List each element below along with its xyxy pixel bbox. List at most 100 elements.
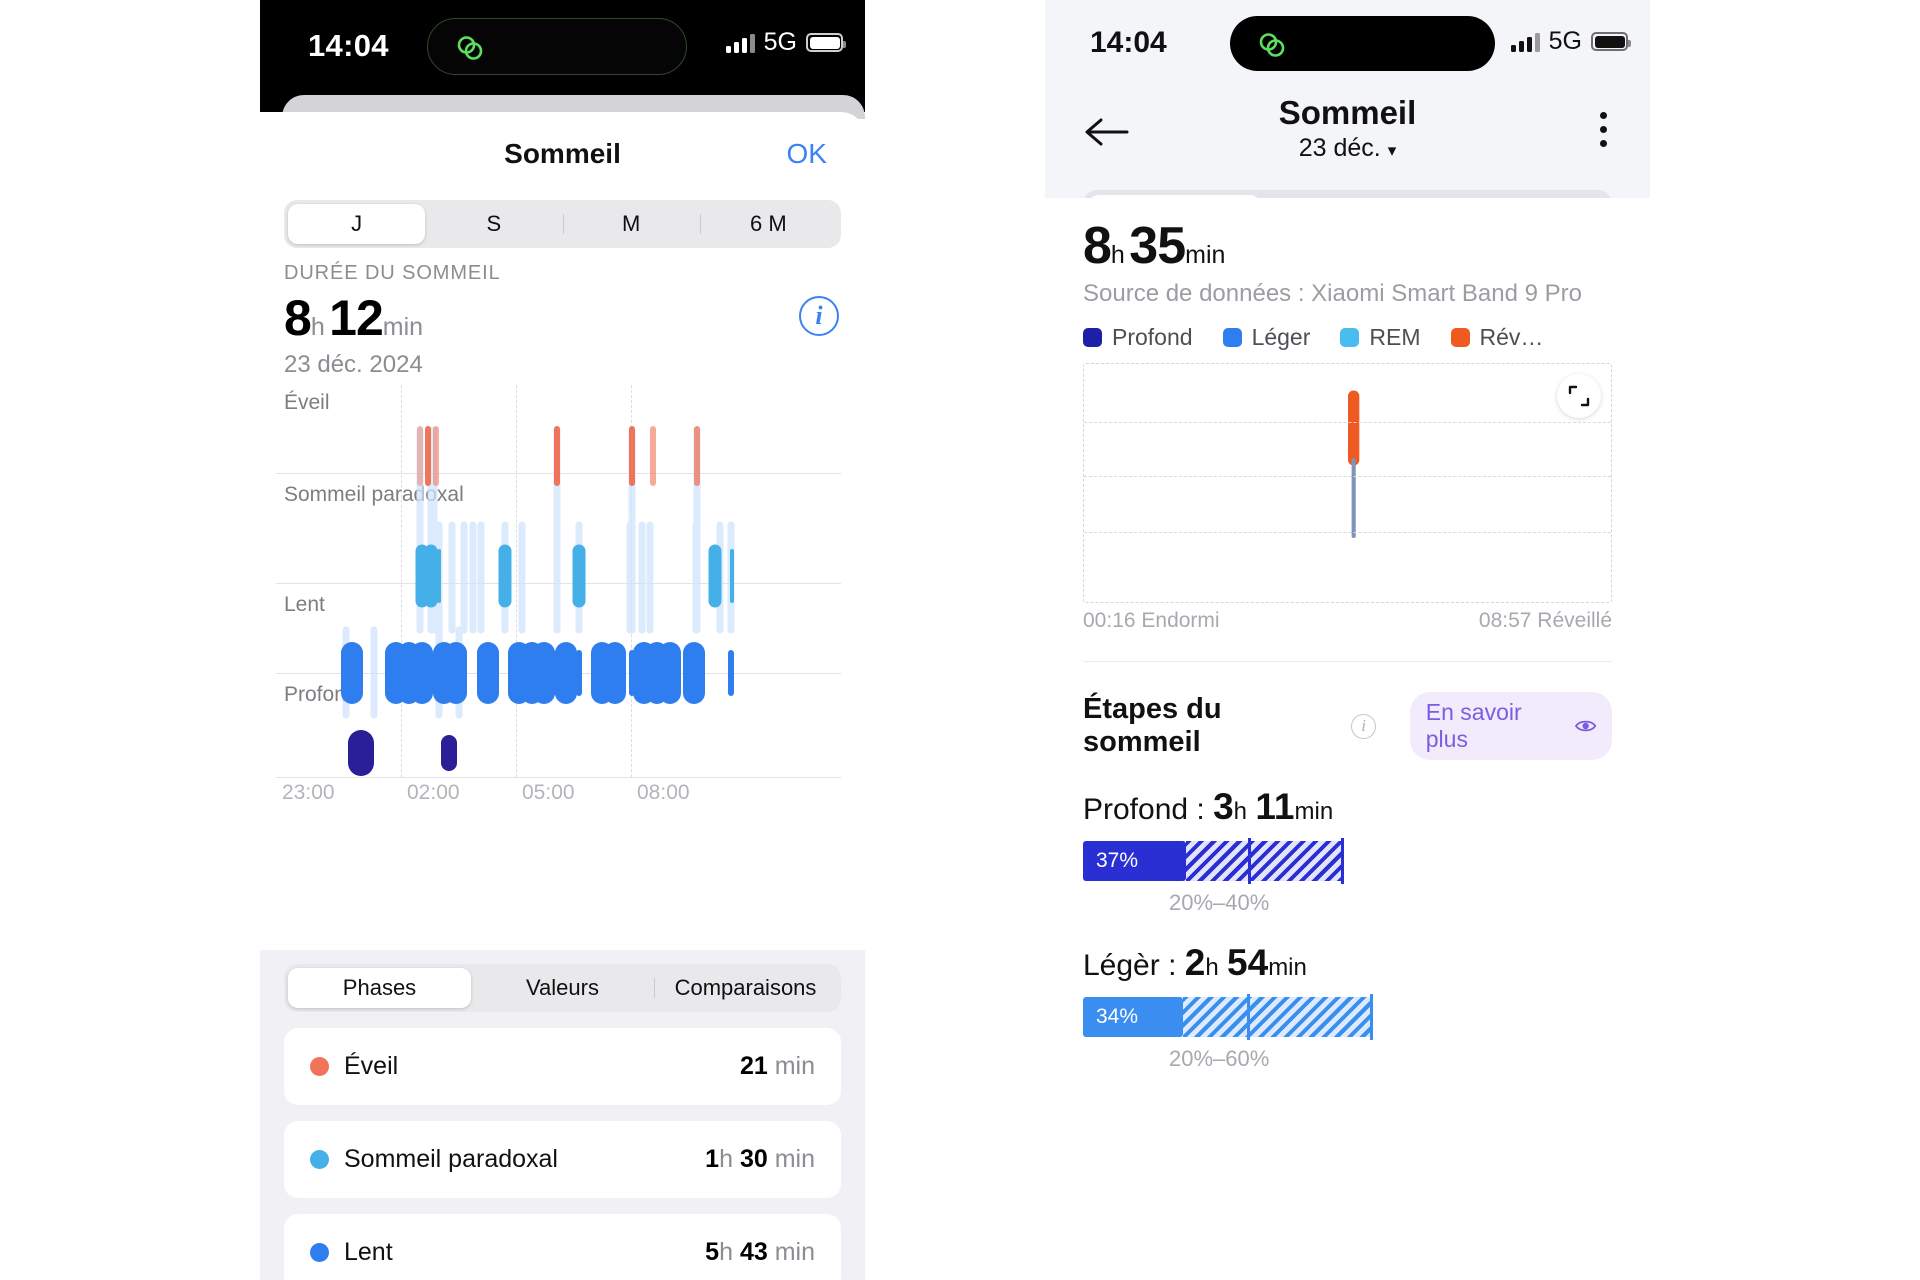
stage-range-marker [1341, 838, 1344, 884]
status-time: 14:04 [1090, 26, 1167, 59]
phase-list-section: Phases Valeurs Comparaisons Éveil 21 min… [260, 950, 865, 1280]
metric-hours: 8 [284, 290, 312, 346]
stage-reference-range [1183, 997, 1373, 1037]
learn-more-label: En savoir plus [1425, 699, 1522, 752]
stage-name: Légèr : [1083, 949, 1177, 982]
stage-minutes: 54 [1227, 942, 1269, 983]
tab-day[interactable]: J [288, 204, 426, 244]
sleep-end-label: 08:57 Réveillé [1478, 609, 1612, 632]
phase-name: Lent [344, 1238, 393, 1266]
tab-comparaisons[interactable]: Comparaisons [654, 968, 837, 1008]
sleep-duration-metric: 8h 35min Source de données : Xiaomi Smar… [1045, 198, 1650, 308]
range-tabs-wrapper: J S M 6 M [284, 200, 841, 248]
tab-six-months[interactable]: 6 M [699, 204, 837, 244]
sleep-hypnogram-chart: Éveil Sommeil paradoxal Lent Profond 23:… [276, 385, 841, 805]
status-time: 14:04 [308, 28, 389, 63]
stage-range-marker [1370, 994, 1373, 1040]
phase-value: 21 min [739, 1052, 815, 1080]
page-title: Sommeil [504, 138, 621, 169]
stage-percent-label: 37% [1096, 849, 1139, 872]
stage-name: Profond : [1083, 793, 1205, 826]
dynamic-island [427, 18, 687, 75]
hypnogram-plot [1084, 390, 1611, 587]
phase-value: 1h 30 min [705, 1145, 815, 1173]
cellular-signal-icon [1510, 32, 1540, 52]
stage-hours: 3 [1213, 786, 1234, 827]
stage-range-label: 20%–40% [1169, 890, 1270, 915]
info-icon[interactable]: i [799, 296, 839, 336]
tab-valeurs[interactable]: Valeurs [471, 968, 654, 1008]
ios-status-bar: 14:04 5G [260, 0, 865, 95]
nav-title-block: Sommeil 23 déc. ▾ [1045, 94, 1650, 163]
battery-icon [1591, 32, 1631, 51]
stage-range-marker [1248, 838, 1251, 884]
right-phone-panel: 14:04 5G Sommeil 23 déc. ▾ 8h 35min Sour… [1045, 0, 1650, 1280]
stage-percent-label: 34% [1096, 1005, 1139, 1028]
metric-hours-unit: h [1110, 241, 1125, 269]
tab-week[interactable]: S [425, 204, 562, 244]
sleep-start-label: 00:16 Endormi [1083, 609, 1220, 632]
stage-row-light: Légèr : 2h 54min 34% 20%–60% [1045, 916, 1650, 1072]
expand-chart-icon[interactable] [1557, 374, 1601, 418]
screenshot-stage: 14:04 5G Sommeil OK J S M 6 M DURÉE DU S… [0, 0, 1920, 1280]
cellular-signal-icon [725, 33, 755, 53]
stage-hours-unit: h [1205, 954, 1219, 981]
sleep-content-card: 8h 35min Source de données : Xiaomi Smar… [1045, 198, 1650, 1280]
learn-more-button[interactable]: En savoir plus [1409, 692, 1612, 760]
chart-legend: Profond Léger REM Rév… [1045, 308, 1650, 351]
phase-name: Sommeil paradoxal [344, 1145, 558, 1173]
date-selector[interactable]: 23 déc. ▾ [1045, 134, 1650, 163]
dynamic-island [1230, 16, 1495, 71]
page-title: Sommeil [1278, 94, 1417, 131]
metric-minutes-unit: min [382, 313, 424, 341]
stage-progress-fill: 37% [1083, 841, 1186, 881]
metric-minutes-unit: min [1185, 241, 1226, 269]
tab-phases[interactable]: Phases [288, 968, 471, 1008]
sleep-chart-wrapper: 00:16 Endormi 08:57 Réveillé [1083, 363, 1612, 633]
legend-label: Léger [1251, 324, 1311, 350]
phase-color-dot [310, 1150, 329, 1169]
range-tabs[interactable]: J S M 6 M [284, 200, 841, 248]
metric-minutes: 35 [1129, 217, 1186, 275]
legend-item-light: Léger [1222, 324, 1311, 351]
metric-hours-unit: h [310, 313, 325, 341]
sheet-nav-bar: Sommeil OK [260, 112, 865, 190]
kebab-menu-icon[interactable] [1600, 112, 1608, 154]
sleep-stages-header: Étapes du sommeil i En savoir plus [1045, 662, 1650, 760]
eye-icon [1574, 720, 1596, 732]
list-item[interactable]: Sommeil paradoxal 1h 30 min [284, 1121, 841, 1198]
info-icon[interactable]: i [1351, 713, 1376, 739]
x-tick-3: 08:00 [637, 781, 690, 804]
done-button[interactable]: OK [787, 138, 827, 170]
legend-swatch [1340, 328, 1360, 347]
stage-hours-unit: h [1233, 798, 1248, 825]
legend-label: REM [1369, 324, 1421, 350]
list-item[interactable]: Éveil 21 min [284, 1028, 841, 1105]
detail-tabs-wrapper: Phases Valeurs Comparaisons [260, 950, 865, 1012]
sleep-hypnogram-chart [1083, 363, 1612, 603]
legend-item-awake: Rév… [1450, 324, 1543, 351]
detail-tabs[interactable]: Phases Valeurs Comparaisons [284, 964, 841, 1012]
x-tick-1: 02:00 [407, 781, 460, 804]
phase-name: Éveil [344, 1052, 399, 1080]
legend-swatch [1450, 328, 1470, 347]
phase-color-dot [310, 1243, 329, 1262]
stage-minutes-unit: min [1294, 798, 1334, 825]
stage-minutes: 11 [1255, 786, 1295, 827]
metric-value: 8h 35min [1083, 216, 1612, 276]
stage-progress-bar: 34% [1083, 994, 1416, 1040]
status-indicators: 5G [725, 28, 846, 57]
hypnogram-plot [341, 426, 735, 776]
chevron-down-icon: ▾ [1387, 141, 1397, 160]
stage-progress-fill: 34% [1083, 997, 1183, 1037]
android-status-bar: 14:04 5G [1045, 0, 1650, 80]
sleep-detail-sheet: Sommeil OK J S M 6 M DURÉE DU SOMMEIL 8h… [260, 112, 865, 1280]
link-activity-icon [457, 36, 483, 60]
hypnogram-x-axis: 23:00 02:00 05:00 08:00 [276, 777, 841, 805]
tab-month[interactable]: M [562, 204, 700, 244]
list-item[interactable]: Lent 5h 43 min [284, 1214, 841, 1280]
stage-range-label: 20%–60% [1169, 1046, 1270, 1071]
left-phone-panel: 14:04 5G Sommeil OK J S M 6 M DURÉE DU S… [260, 0, 865, 1280]
legend-label: Profond [1112, 324, 1193, 350]
stage-minutes-unit: min [1268, 954, 1307, 981]
